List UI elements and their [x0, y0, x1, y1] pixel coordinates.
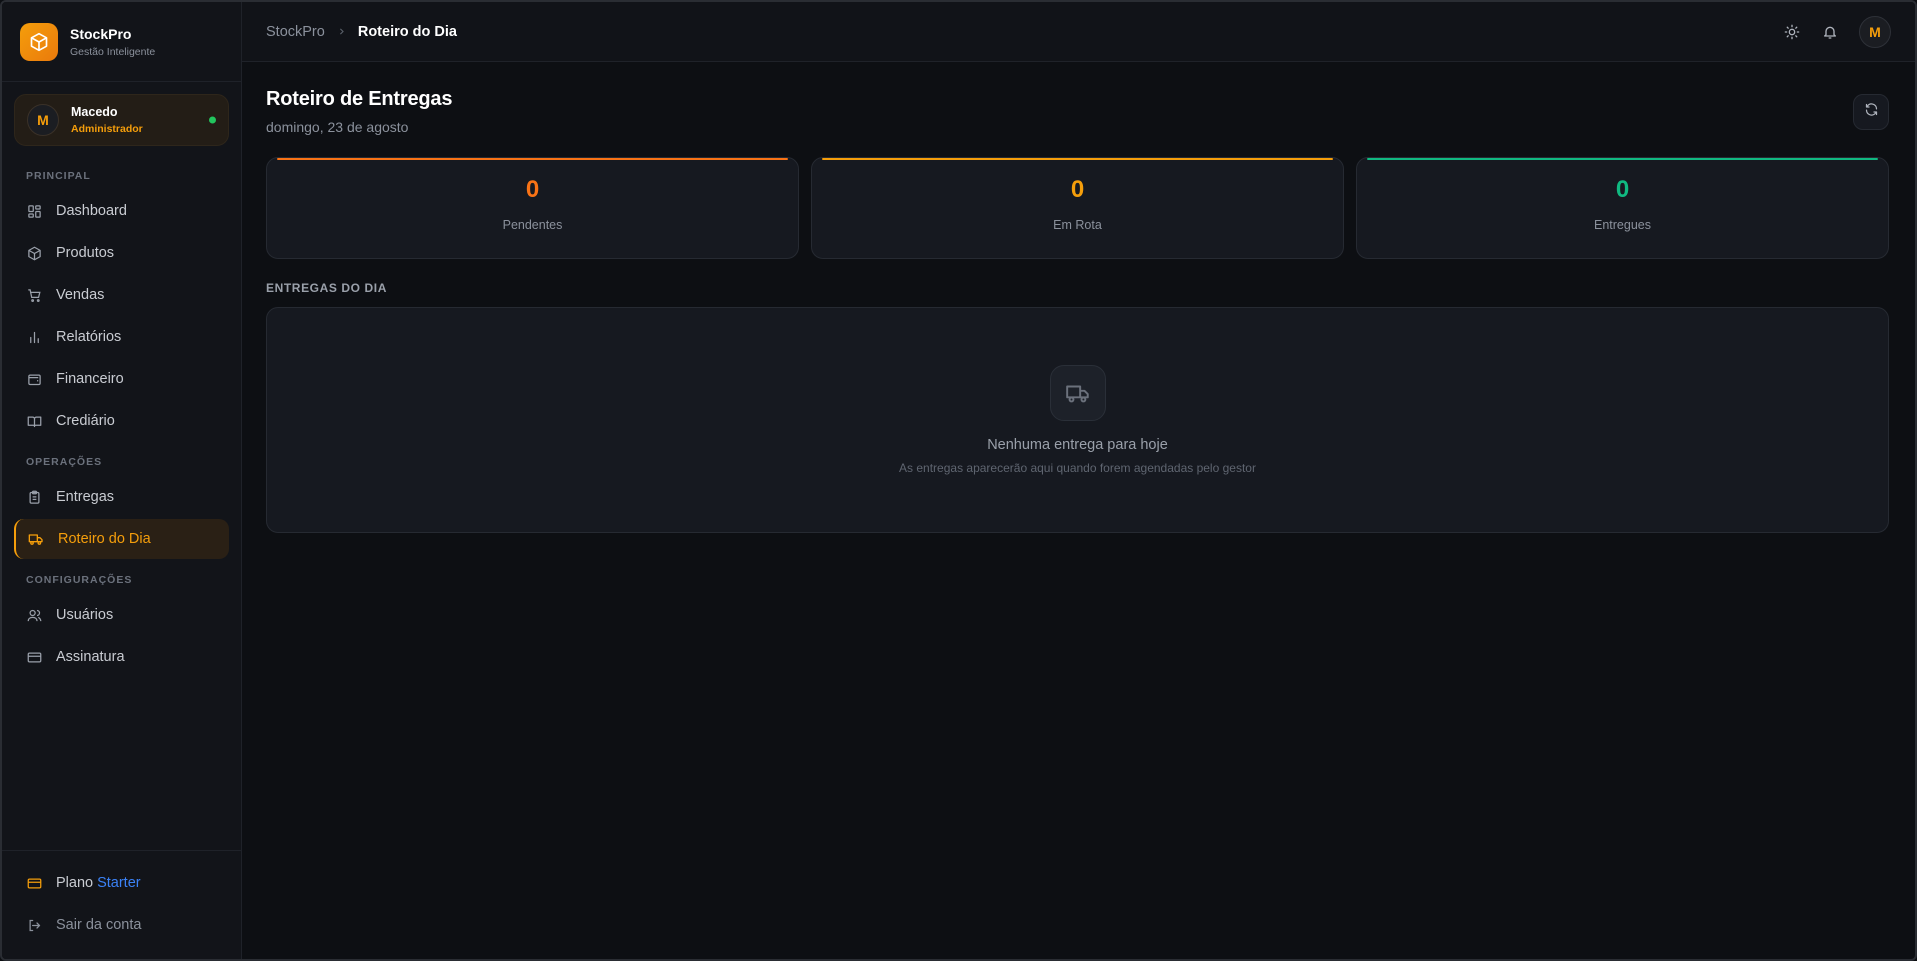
stat-label: Pendentes: [502, 218, 563, 232]
sidebar-item-financeiro[interactable]: Financeiro: [14, 359, 229, 399]
stats-row: 0 Pendentes 0 Em Rota 0 Entregues: [266, 157, 1889, 259]
sidebar-item-label: Financeiro: [56, 371, 124, 387]
clipboard-icon: [26, 489, 42, 505]
section-label-configuracoes: CONFIGURAÇÕES: [26, 574, 133, 586]
sidebar-item-label: Produtos: [56, 245, 115, 261]
sun-icon[interactable]: [1783, 23, 1801, 41]
credit-card-icon: [26, 875, 42, 891]
box-icon: [26, 245, 42, 261]
stat-card-pendentes: 0 Pendentes: [266, 157, 799, 259]
sidebar-item-produtos[interactable]: Produtos: [14, 233, 229, 273]
empty-subtitle: As entregas aparecerão aqui quando forem…: [899, 461, 1256, 475]
cart-icon: [26, 287, 42, 303]
bell-icon[interactable]: [1821, 23, 1839, 41]
avatar: M: [27, 104, 59, 136]
stat-value: 0: [525, 176, 540, 203]
sidebar-item-dashboard[interactable]: Dashboard: [14, 191, 229, 231]
section-label-principal: PRINCIPAL: [26, 170, 91, 182]
empty-state: Nenhuma entrega para hoje As entregas ap…: [266, 307, 1889, 533]
stat-card-em-rota: 0 Em Rota: [811, 157, 1344, 259]
sidebar: StockPro Gestão Inteligente M Macedo Adm…: [2, 2, 242, 959]
refresh-icon: [1864, 102, 1879, 122]
page-title: Roteiro de Entregas: [266, 88, 453, 110]
plan-prefix: Plano: [56, 875, 94, 891]
refresh-button[interactable]: [1853, 94, 1889, 130]
sidebar-item-entregas[interactable]: Entregas: [14, 477, 229, 517]
stat-card-entregues: 0 Entregues: [1356, 157, 1889, 259]
brand-subtitle: Gestão Inteligente: [70, 45, 156, 58]
chevron-right-icon: [337, 25, 346, 39]
stat-label: Entregues: [1594, 218, 1651, 232]
top-actions: M: [1783, 2, 1891, 62]
sidebar-item-label: Relatórios: [56, 329, 122, 345]
section-title-entregas: ENTREGAS DO DIA: [266, 281, 388, 295]
breadcrumb-current: Roteiro do Dia: [357, 23, 457, 40]
app-window: StockPro Gestão Inteligente M Macedo Adm…: [0, 0, 1917, 961]
stat-value: 0: [1615, 176, 1630, 203]
sidebar-item-label: Entregas: [56, 489, 115, 505]
stat-value: 0: [1070, 176, 1085, 203]
sidebar-item-label: Usuários: [56, 607, 114, 623]
section-label-operacoes: OPERAÇÕES: [26, 456, 103, 468]
empty-title: Nenhuma entrega para hoje: [987, 437, 1168, 453]
sidebar-item-crediario[interactable]: Crediário: [14, 401, 229, 441]
sidebar-item-label: Roteiro do Dia: [58, 531, 151, 547]
sidebar-item-usuarios[interactable]: Usuários: [14, 595, 229, 635]
bar-chart-icon: [26, 329, 42, 345]
truck-icon: [1049, 365, 1106, 421]
user-card[interactable]: M Macedo Administrador: [14, 94, 229, 146]
logout-label: Sair da conta: [56, 917, 142, 933]
sidebar-item-label: Assinatura: [56, 649, 125, 665]
page-date: domingo, 23 de agosto: [266, 119, 409, 135]
sidebar-footer: Plano Starter Sair da conta: [2, 850, 241, 959]
wallet-icon: [26, 371, 42, 387]
avatar[interactable]: M: [1859, 16, 1891, 48]
credit-card-icon: [26, 649, 42, 665]
user-role: Administrador: [71, 123, 143, 135]
brand[interactable]: StockPro Gestão Inteligente: [2, 2, 241, 82]
sidebar-item-label: Crediário: [56, 413, 115, 429]
sidebar-item-relatorios[interactable]: Relatórios: [14, 317, 229, 357]
plan-link[interactable]: Plano Starter: [14, 863, 229, 903]
plan-name: Starter: [97, 875, 141, 891]
sidebar-item-roteiro-do-dia[interactable]: Roteiro do Dia: [14, 519, 229, 559]
logout-button[interactable]: Sair da conta: [14, 905, 229, 945]
content: Roteiro de Entregas domingo, 23 de agost…: [242, 62, 1915, 533]
breadcrumb-root[interactable]: StockPro: [266, 24, 325, 40]
users-icon: [26, 607, 42, 623]
book-icon: [26, 413, 42, 429]
truck-icon: [28, 531, 44, 547]
cube-icon: [20, 22, 58, 61]
grid-icon: [26, 203, 42, 219]
topbar: StockPro Roteiro do Dia M: [242, 2, 1915, 62]
stat-label: Em Rota: [1053, 218, 1102, 232]
online-status-dot: [209, 116, 216, 124]
main-area: StockPro Roteiro do Dia M Roteiro de Ent…: [242, 2, 1915, 959]
user-name: Macedo: [71, 105, 118, 119]
logout-icon: [26, 917, 42, 933]
sidebar-item-assinatura[interactable]: Assinatura: [14, 637, 229, 677]
sidebar-item-label: Vendas: [56, 287, 105, 303]
sidebar-item-label: Dashboard: [56, 203, 127, 219]
brand-name: StockPro: [70, 25, 132, 42]
sidebar-item-vendas[interactable]: Vendas: [14, 275, 229, 315]
